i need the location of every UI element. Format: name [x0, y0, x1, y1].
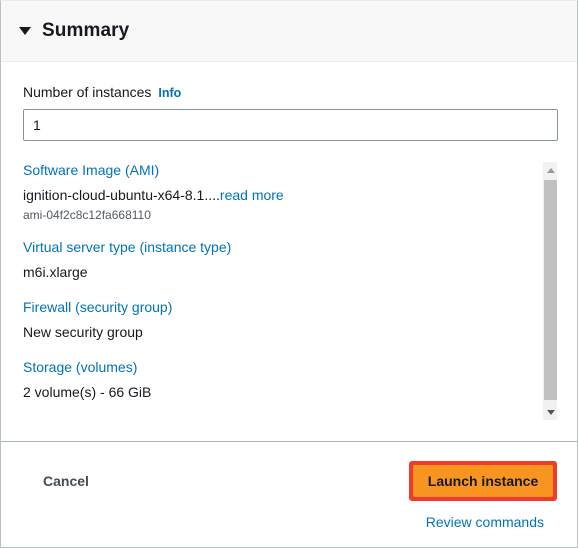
scroll-down-arrow-icon[interactable] [543, 404, 557, 420]
review-commands-link[interactable]: Review commands [426, 514, 544, 530]
summary-panel-footer: Cancel Launch instance Review commands [1, 441, 577, 547]
summary-details-scroll-area: Software Image (AMI) ignition-cloud-ubun… [23, 162, 557, 420]
page-title: Summary [42, 20, 130, 41]
detail-group-ami: Software Image (AMI) ignition-cloud-ubun… [23, 162, 527, 222]
footer-actions-row: Cancel Launch instance [21, 460, 557, 502]
cancel-button[interactable]: Cancel [21, 473, 111, 489]
software-image-ami-value: ignition-cloud-ubuntu-x64-8.1....read mo… [23, 186, 527, 205]
read-more-link[interactable]: read more [220, 187, 284, 203]
virtual-server-type-link[interactable]: Virtual server type (instance type) [23, 239, 527, 255]
storage-volumes-link[interactable]: Storage (volumes) [23, 359, 527, 375]
number-of-instances-label-row: Number of instances Info [23, 84, 557, 100]
review-commands-row: Review commands [21, 514, 557, 530]
firewall-security-group-link[interactable]: Firewall (security group) [23, 299, 527, 315]
vertical-scrollbar[interactable] [542, 162, 557, 420]
launch-instance-highlight: Launch instance [409, 461, 557, 501]
scroll-down-arrow-glyph [546, 409, 555, 415]
software-image-ami-link[interactable]: Software Image (AMI) [23, 162, 527, 178]
detail-group-firewall: Firewall (security group) New security g… [23, 299, 527, 342]
virtual-server-type-value: m6i.xlarge [23, 263, 88, 280]
summary-panel: Summary Number of instances Info Softwar… [0, 0, 578, 548]
scroll-up-arrow-glyph [546, 167, 555, 173]
caret-down-icon[interactable] [19, 27, 31, 35]
ami-id-text: ami-04f2c8c12fa668110 [23, 207, 151, 222]
firewall-security-group-value: New security group [23, 323, 143, 340]
summary-panel-header[interactable]: Summary [1, 1, 577, 62]
summary-panel-body: Number of instances Info Software Image … [1, 62, 577, 441]
number-of-instances-label: Number of instances [23, 84, 152, 100]
info-link[interactable]: Info [158, 86, 181, 100]
scroll-up-arrow-icon[interactable] [543, 162, 557, 178]
ami-name-text: ignition-cloud-ubuntu-x64-8.1.... [23, 187, 220, 203]
scrollbar-thumb[interactable] [544, 180, 557, 400]
storage-volumes-value: 2 volume(s) - 66 GiB [23, 383, 152, 400]
detail-group-instance-type: Virtual server type (instance type) m6i.… [23, 239, 527, 282]
launch-instance-button[interactable]: Launch instance [413, 465, 553, 497]
detail-group-storage: Storage (volumes) 2 volume(s) - 66 GiB [23, 359, 527, 402]
number-of-instances-input[interactable] [23, 109, 558, 141]
